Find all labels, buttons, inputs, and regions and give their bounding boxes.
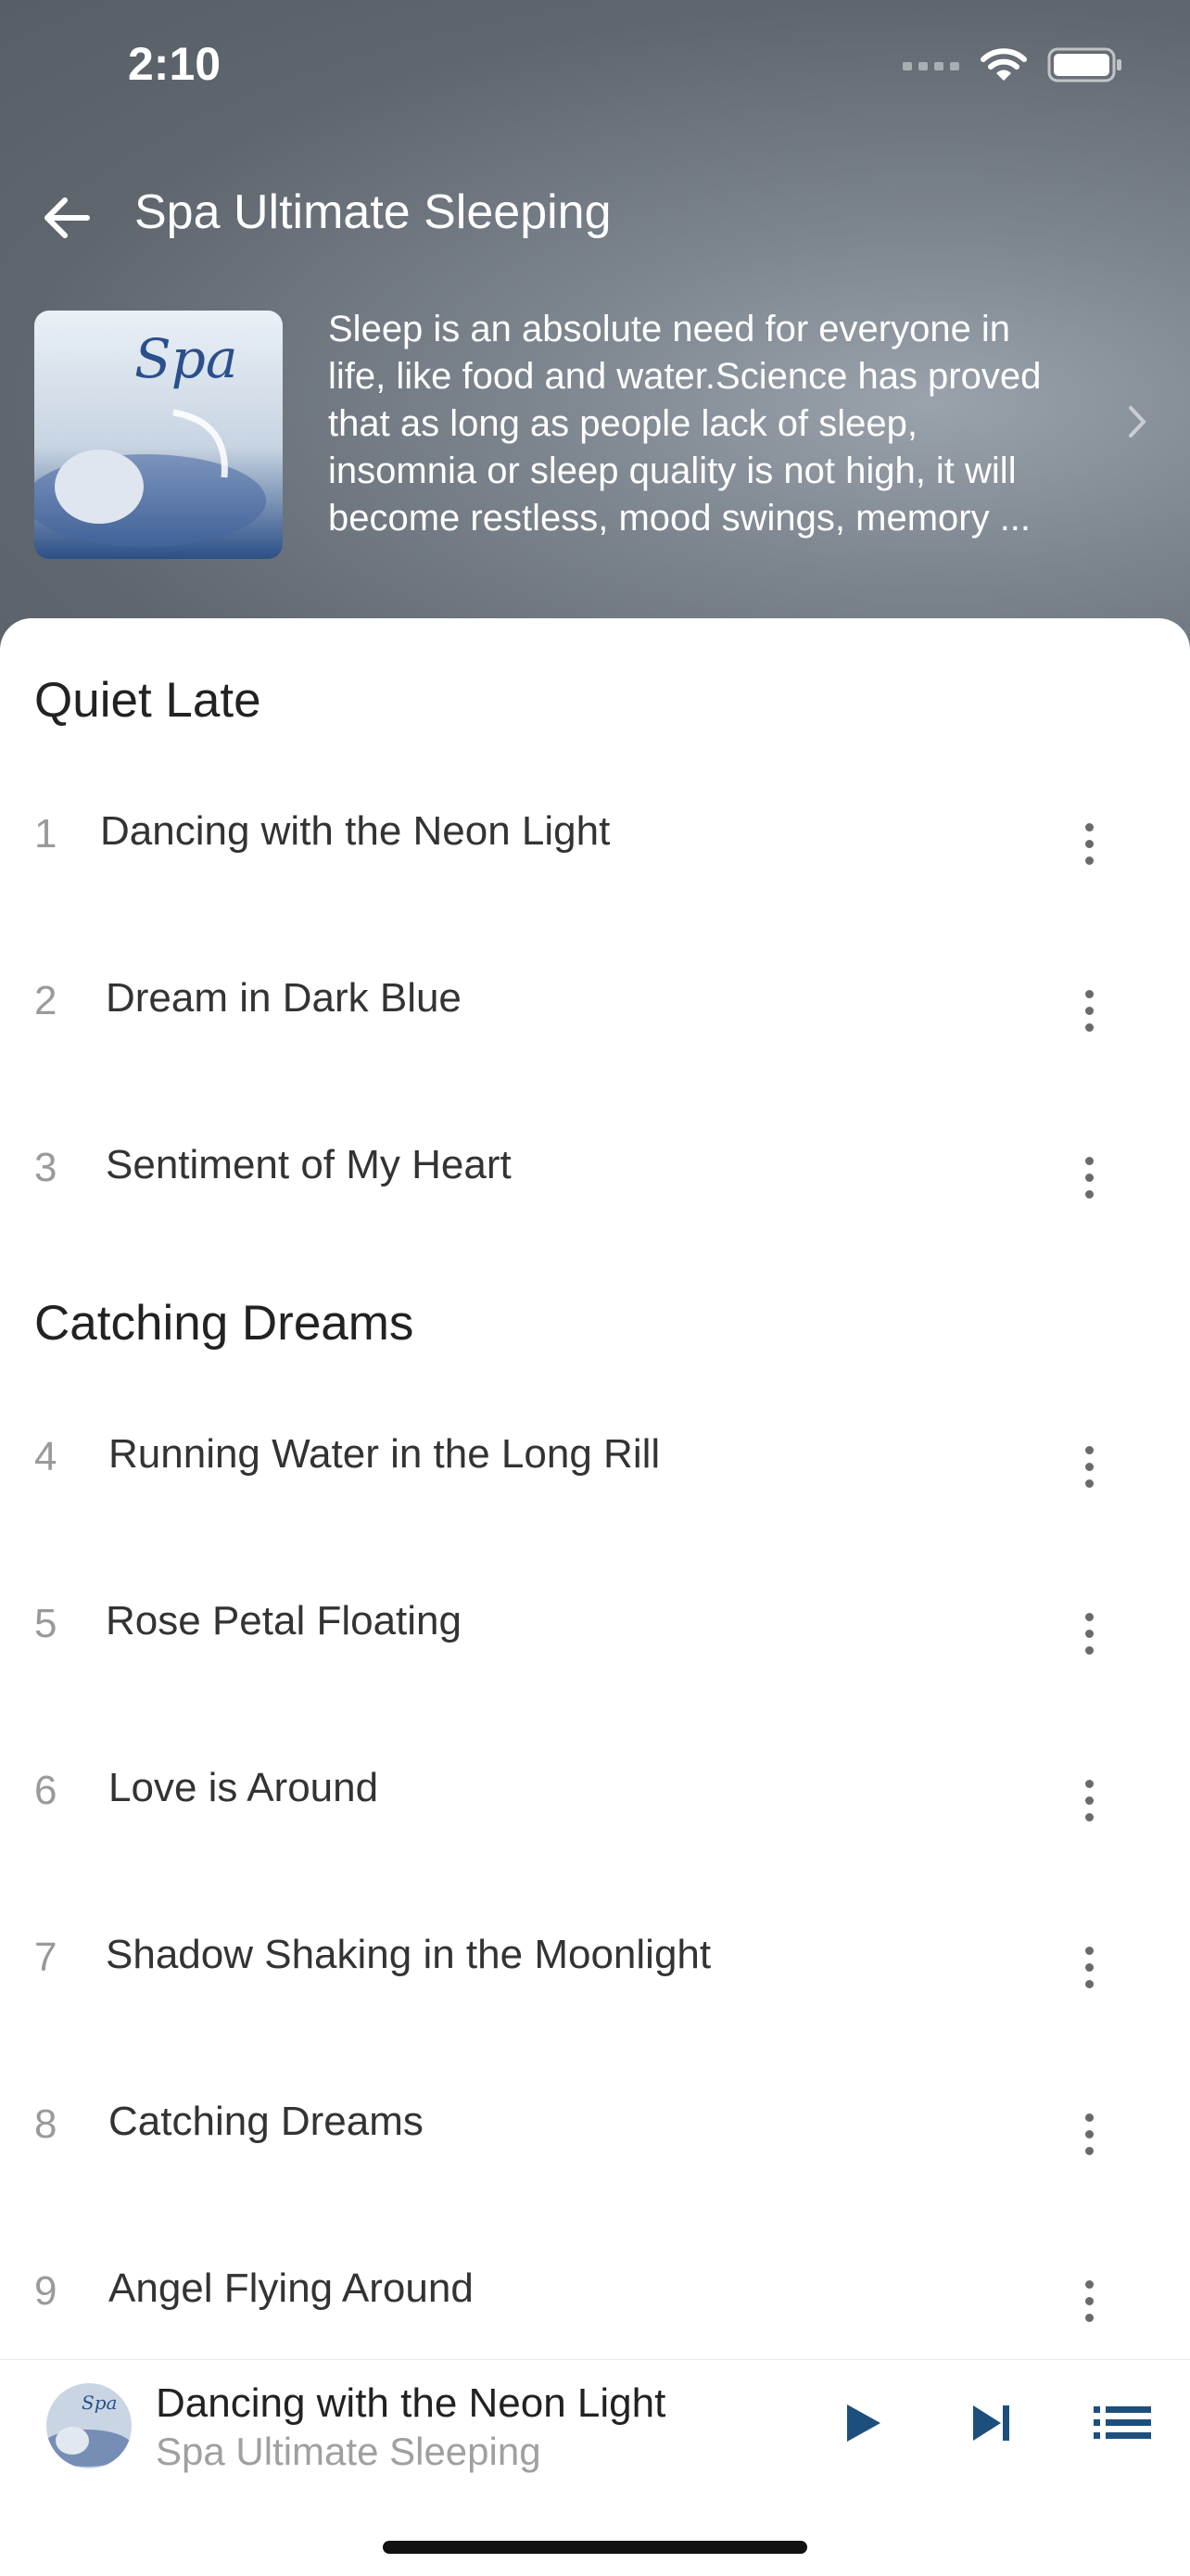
back-arrow-icon <box>44 197 90 238</box>
player-cover-title: Spa <box>82 2392 117 2414</box>
mini-player[interactable]: Spa Dancing with the Neon Light Spa Ulti… <box>0 2359 1190 2576</box>
track-number: 4 <box>34 1434 57 1479</box>
track-row[interactable]: 1 Dancing with the Neon Light <box>0 760 1190 927</box>
track-title: Angel Flying Around <box>108 2265 474 2311</box>
home-indicator <box>383 2541 807 2554</box>
track-title: Shadow Shaking in the Moonlight <box>106 1932 712 1977</box>
more-vertical-icon[interactable] <box>1070 975 1108 1046</box>
track-number: 6 <box>34 1768 57 1813</box>
cover-title: Spa <box>134 327 237 390</box>
wifi-icon <box>981 48 1027 81</box>
status-icons <box>903 46 1123 83</box>
page-title: Spa Ultimate Sleeping <box>134 185 612 239</box>
track-number: 3 <box>34 1145 57 1190</box>
section-title: Quiet Late <box>34 673 261 728</box>
status-bar: 2:10 <box>0 0 1190 139</box>
play-icon[interactable] <box>836 2397 888 2449</box>
more-vertical-icon[interactable] <box>1070 2099 1108 2169</box>
nav-header: Spa Ultimate Sleeping <box>0 171 1190 257</box>
album-cover: Spa <box>34 311 283 559</box>
track-number: 9 <box>34 2268 57 2314</box>
track-row[interactable]: 4 Running Water in the Long Rill <box>0 1383 1190 1550</box>
back-button[interactable] <box>37 188 96 247</box>
section-title: Catching Dreams <box>34 1296 414 1351</box>
track-row[interactable]: 3 Sentiment of My Heart <box>0 1094 1190 1261</box>
more-vertical-icon[interactable] <box>1070 1598 1108 1669</box>
track-number: 1 <box>34 811 57 857</box>
more-vertical-icon[interactable] <box>1070 1142 1108 1212</box>
battery-icon <box>1047 47 1121 82</box>
track-list-sheet: Quiet Late 1 Dancing with the Neon Light… <box>0 618 1190 2575</box>
player-track-title: Dancing with the Neon Light <box>156 2380 666 2426</box>
more-vertical-icon[interactable] <box>1070 1431 1108 1502</box>
track-row[interactable]: 8 Catching Dreams <box>0 2050 1190 2217</box>
track-row[interactable]: 2 Dream in Dark Blue <box>0 927 1190 1094</box>
track-title: Catching Dreams <box>108 2099 424 2144</box>
more-vertical-icon[interactable] <box>1070 2265 1108 2336</box>
track-title: Sentiment of My Heart <box>106 1142 512 1187</box>
track-number: 8 <box>34 2101 57 2147</box>
more-vertical-icon[interactable] <box>1070 808 1108 879</box>
player-artist: Spa Ultimate Sleeping <box>156 2430 541 2473</box>
more-vertical-icon[interactable] <box>1070 1932 1108 2002</box>
track-number: 2 <box>34 978 57 1023</box>
track-title: Love is Around <box>108 1765 379 1810</box>
track-title: Running Water in the Long Rill <box>108 1431 661 1477</box>
status-time: 2:10 <box>128 38 222 90</box>
track-number: 7 <box>34 1935 57 1980</box>
album-description: Sleep is an absolute need for everyone i… <box>328 309 1042 539</box>
track-number: 5 <box>34 1601 57 1646</box>
signal-icon <box>903 62 959 70</box>
track-row[interactable]: 5 Rose Petal Floating <box>0 1550 1190 1717</box>
chevron-right-icon <box>1129 406 1146 438</box>
player-cover: Spa <box>46 2383 132 2468</box>
track-title: Dancing with the Neon Light <box>100 808 611 854</box>
more-vertical-icon[interactable] <box>1070 1765 1108 1835</box>
queue-list-icon[interactable] <box>1092 2397 1153 2449</box>
track-row[interactable]: 7 Shadow Shaking in the Moonlight <box>0 1884 1190 2050</box>
track-row[interactable]: 6 Love is Around <box>0 1717 1190 1884</box>
track-title: Dream in Dark Blue <box>106 975 462 1021</box>
track-title: Rose Petal Floating <box>106 1598 462 1643</box>
skip-next-icon[interactable] <box>966 2397 1018 2449</box>
album-info[interactable]: Spa Sleep is an absolute need for everyo… <box>0 306 1190 565</box>
